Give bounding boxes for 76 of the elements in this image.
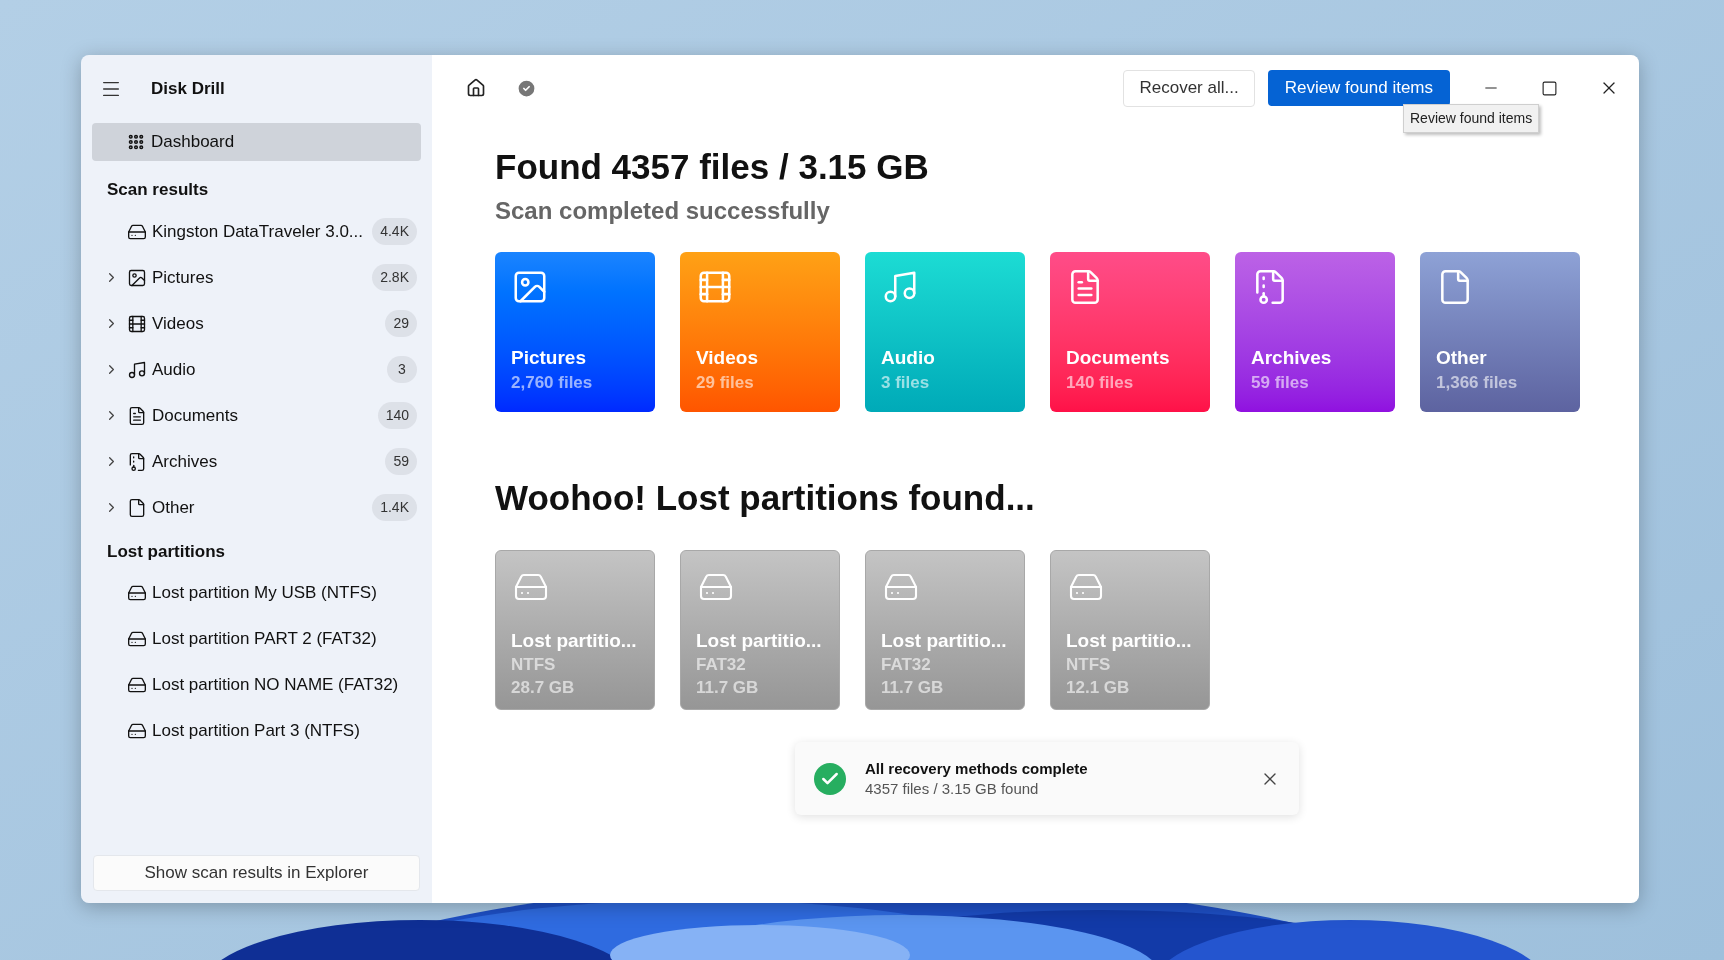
archive-icon: [127, 451, 147, 472]
file-count: 3 files: [881, 372, 931, 394]
tooltip: Review found items: [1403, 104, 1540, 133]
filesystem-label: NTFS: [1066, 654, 1112, 676]
category-card[interactable]: Documents 140 files: [1050, 252, 1210, 412]
film-icon: [696, 268, 734, 306]
partition-size: 12.1 GB: [1066, 677, 1131, 699]
maximize-icon[interactable]: [1541, 79, 1558, 97]
partition-name: Lost partitio...: [881, 629, 1008, 653]
summary-title: Found 4357 files / 3.15 GB: [495, 146, 929, 188]
check-circle-icon[interactable]: [516, 77, 537, 99]
image-icon: [511, 268, 549, 306]
partition-item[interactable]: Lost partition Part 3 (NTFS): [92, 708, 421, 754]
category-item[interactable]: Other 1.4K: [92, 484, 421, 531]
file-count: 29 files: [696, 372, 755, 394]
category-item[interactable]: Audio 3: [92, 346, 421, 393]
section-heading: Scan results: [106, 179, 210, 201]
show-in-explorer-button[interactable]: Show scan results in Explorer: [93, 855, 420, 891]
count-badge: 2.8K: [372, 264, 417, 291]
file-count: 2,760 files: [511, 372, 594, 394]
partition-size: 11.7 GB: [696, 677, 760, 699]
category-card[interactable]: Pictures 2,760 files: [495, 252, 655, 412]
document-icon: [127, 405, 147, 426]
drive-item[interactable]: Kingston DataTraveler 3.0... 4.4K: [92, 208, 421, 255]
partition-name: Lost partitio...: [511, 629, 638, 653]
card-title: Documents: [1066, 346, 1171, 370]
card-title: Archives: [1251, 346, 1333, 370]
card-title: Audio: [881, 346, 936, 370]
filesystem-label: FAT32: [696, 654, 747, 676]
card-title: Videos: [696, 346, 759, 370]
grid-icon: [127, 133, 145, 151]
card-title: Pictures: [511, 346, 587, 370]
partitions-heading: Woohoo! Lost partitions found...: [495, 477, 1035, 519]
file-count: 1,366 files: [1436, 372, 1519, 394]
drive-icon: [127, 583, 147, 603]
image-icon: [127, 267, 147, 288]
drive-icon: [127, 675, 147, 695]
drive-icon: [127, 721, 147, 741]
music-note-icon: [127, 359, 147, 380]
home-icon[interactable]: [466, 78, 486, 98]
partition-item[interactable]: Lost partition My USB (NTFS): [92, 570, 421, 616]
file-count: 59 files: [1251, 372, 1310, 394]
file-icon: [127, 497, 147, 518]
toast-title: All recovery methods complete: [865, 758, 1088, 779]
category-item[interactable]: Videos 29: [92, 300, 421, 347]
count-badge: 140: [377, 402, 417, 429]
count-badge: 29: [385, 310, 417, 337]
partition-size: 11.7 GB: [881, 677, 945, 699]
dashboard-item[interactable]: Dashboard: [92, 123, 421, 161]
count-badge: 59: [385, 448, 417, 475]
film-icon: [127, 313, 147, 334]
file-count: 140 files: [1066, 372, 1135, 394]
category-item[interactable]: Pictures 2.8K: [92, 254, 421, 301]
summary-subtitle: Scan completed successfully: [495, 196, 830, 226]
review-found-items-button[interactable]: Review found items: [1267, 70, 1450, 106]
partition-item[interactable]: Lost partition PART 2 (FAT32): [92, 616, 421, 662]
success-icon: [814, 762, 846, 795]
category-item[interactable]: Archives 59: [92, 438, 421, 485]
filesystem-label: NTFS: [511, 654, 557, 676]
card-title: Other: [1436, 346, 1488, 370]
partition-item[interactable]: Lost partition NO NAME (FAT32): [92, 662, 421, 708]
category-item[interactable]: Documents 140: [92, 392, 421, 439]
toast-message: 4357 files / 3.15 GB found: [865, 778, 1040, 799]
partition-name: Lost partitio...: [1066, 629, 1193, 653]
section-heading: Lost partitions: [106, 540, 227, 563]
category-card[interactable]: Other 1,366 files: [1420, 252, 1580, 412]
recover-all-button[interactable]: Recover all...: [1123, 69, 1255, 107]
count-badge: 4.4K: [372, 218, 417, 245]
drive-icon: [127, 629, 147, 649]
partition-size: 28.7 GB: [511, 677, 576, 699]
partition-name: Lost partitio...: [696, 629, 823, 653]
count-badge: 1.4K: [372, 494, 417, 521]
count-badge: 3: [387, 356, 417, 383]
category-card[interactable]: Archives 59 files: [1235, 252, 1395, 412]
filesystem-label: FAT32: [881, 654, 932, 676]
app-title: Disk Drill: [151, 78, 225, 101]
